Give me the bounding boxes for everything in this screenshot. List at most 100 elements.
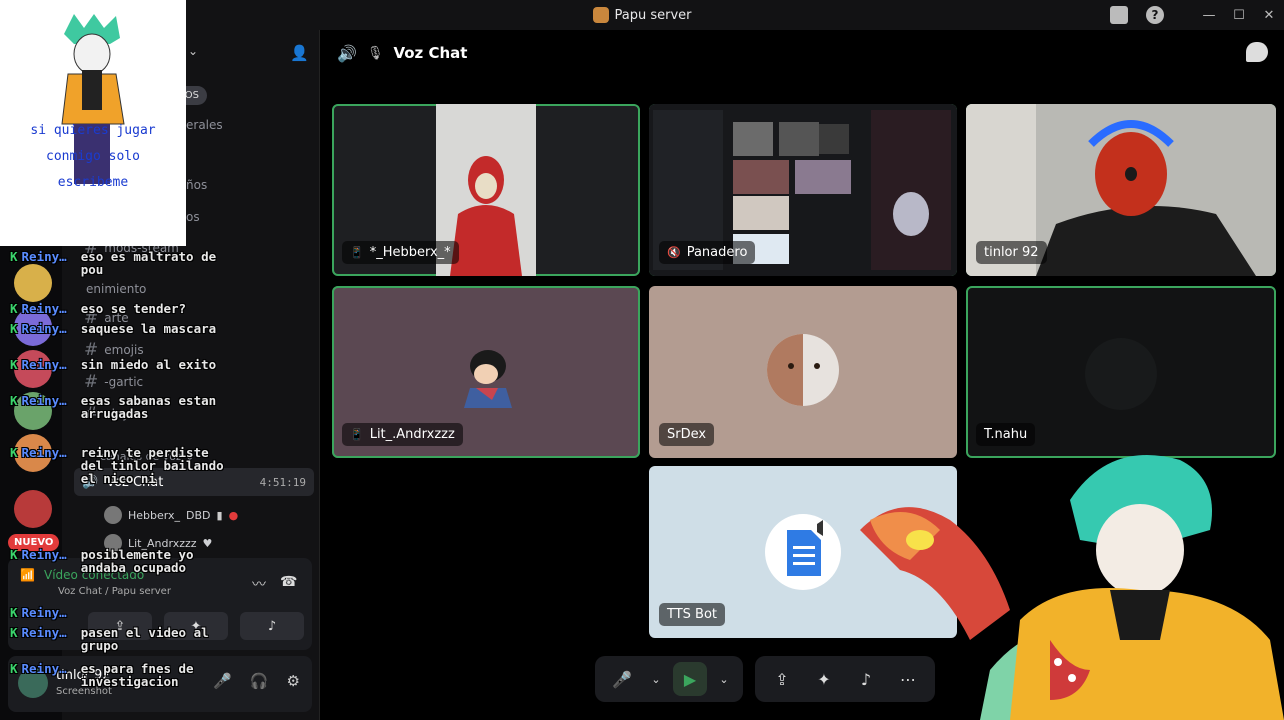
- minimize-icon[interactable]: —: [1194, 0, 1224, 30]
- channel-item[interactable]: # emojis: [84, 340, 144, 360]
- speaker-icon: 🔊: [82, 474, 99, 490]
- channel-name: enimiento: [86, 282, 147, 296]
- channel-item[interactable]: erales: [186, 118, 223, 132]
- voice-user[interactable]: Hebberx_ DBD ▮ ●: [104, 506, 238, 524]
- server-icon-2[interactable]: [14, 308, 52, 346]
- headphones-icon[interactable]: 🎧: [250, 672, 269, 690]
- channel-item[interactable]: # -gartic: [84, 372, 143, 392]
- channel-item[interactable]: # olay: [84, 404, 129, 424]
- user-name: tinlor 92: [56, 668, 111, 683]
- voice-timer: 4:51:19: [259, 475, 306, 489]
- participant-label: tinlor 92: [976, 241, 1047, 264]
- user-status: Screenshot: [56, 686, 112, 697]
- channel-name: emojis: [104, 343, 144, 357]
- server-icon-5[interactable]: [14, 434, 52, 472]
- share-screen-button[interactable]: ⇪: [765, 662, 799, 696]
- heart-icon: ♥: [202, 536, 213, 550]
- chat-bubble-icon[interactable]: [1246, 42, 1268, 62]
- channel-name: ños: [186, 178, 208, 192]
- activities-button[interactable]: ✦: [807, 662, 841, 696]
- channel-header: 🔊 🎙 Voz Chat: [321, 30, 1284, 76]
- mic-options-chevron-icon[interactable]: ⌄: [647, 662, 665, 696]
- voice-user-name: Hebberx_: [128, 508, 181, 522]
- mic-icon: 🎙: [366, 45, 384, 61]
- server-icon-1[interactable]: [14, 264, 52, 302]
- participant-name: TTS Bot: [667, 607, 718, 622]
- camera-button[interactable]: ▶: [673, 662, 707, 696]
- video-tile[interactable]: T.nahu: [966, 286, 1276, 458]
- channel-item[interactable]: os: [186, 210, 200, 224]
- participant-name: Panadero: [686, 245, 748, 260]
- soundboard-button[interactable]: ♪: [240, 612, 304, 640]
- hash-icon: #: [84, 404, 99, 424]
- channel-name: erales: [186, 118, 223, 132]
- live-icon: ●: [228, 508, 239, 522]
- connection-channel[interactable]: Voz Chat / Papu server: [58, 586, 171, 597]
- microphone-button[interactable]: 🎤: [605, 662, 639, 696]
- disconnect-icon[interactable]: ☎: [280, 574, 300, 594]
- video-tile[interactable]: SrDex: [649, 286, 957, 458]
- user-controls: 🎤 🎧 ⚙: [213, 672, 300, 690]
- titlebar-icons: ?: [1110, 0, 1164, 30]
- voice-user-name: Lit_Andrxzzz: [128, 536, 197, 550]
- channel-item[interactable]: enimiento: [86, 282, 146, 296]
- settings-gear-icon[interactable]: ⚙: [287, 672, 300, 690]
- video-tile[interactable]: tinlor 92: [966, 104, 1276, 276]
- server-icon-4[interactable]: [14, 392, 52, 430]
- server-icon-3[interactable]: [14, 350, 52, 388]
- new-badge: NUEVO: [8, 534, 60, 551]
- category-name: canales de voz: [100, 450, 182, 463]
- phone-icon: 📱: [350, 428, 364, 441]
- window-title: Papu server: [592, 7, 692, 23]
- microphone-icon[interactable]: 🎤: [213, 672, 232, 690]
- voice-user[interactable]: Lit_Andrxzzz ♥: [104, 534, 212, 552]
- participant-label: 📱 *_Hebberx_*: [342, 241, 459, 264]
- participant-label: 🔇 Panadero: [659, 241, 756, 264]
- overlay-text: si quieres jugar conmigo solo escribeme: [30, 123, 156, 190]
- participant-name: *_Hebberx_*: [369, 245, 451, 260]
- server-icon: [592, 7, 609, 23]
- chevron-down-icon[interactable]: ⌄: [188, 44, 198, 58]
- participant-label: 📱 Lit_.Andrxzzz: [342, 423, 463, 446]
- avatar: [464, 350, 512, 408]
- voice-channel-voz-chat[interactable]: 🔊 Voz Chat 4:51:19: [74, 468, 314, 496]
- channel-name: arte: [104, 311, 129, 325]
- video-tile[interactable]: 📱 *_Hebberx_*: [332, 104, 640, 276]
- activities-button[interactable]: ✦: [164, 612, 228, 640]
- share-screen-button[interactable]: ⇪: [88, 612, 152, 640]
- window-title-text: Papu server: [614, 7, 692, 23]
- window-controls: — ☐ ✕: [1194, 0, 1284, 30]
- stream-overlay-art: si quieres jugar conmigo solo escribeme: [0, 0, 186, 246]
- voice-user-tag: DBD: [186, 508, 211, 522]
- voice-channel-name: Voz Chat: [106, 474, 164, 490]
- signal-icon: 📶: [20, 568, 35, 582]
- user-panel: tinlor 92 Screenshot 🎤 🎧 ⚙: [8, 656, 312, 712]
- invite-icon[interactable]: 👤: [290, 44, 309, 62]
- avatar: [767, 334, 839, 406]
- maximize-icon[interactable]: ☐: [1224, 0, 1254, 30]
- av-controls-group: 🎤 ⌄ ▶ ⌄: [595, 656, 743, 702]
- participant-label: SrDex: [659, 423, 715, 446]
- channel-item[interactable]: ños: [186, 178, 207, 192]
- channel-title: Voz Chat: [393, 44, 468, 62]
- participant-name: SrDex: [667, 427, 707, 442]
- avatar[interactable]: [18, 668, 48, 698]
- close-icon[interactable]: ✕: [1254, 0, 1284, 30]
- noise-suppression-icon[interactable]: 〰: [252, 574, 266, 594]
- video-tile[interactable]: 🔇 Panadero: [649, 104, 957, 276]
- channel-item[interactable]: # arte: [84, 308, 129, 328]
- hash-icon: #: [84, 372, 99, 392]
- server-icon-6[interactable]: [14, 490, 52, 528]
- voice-connection-panel: 📶 Vídeo conectado Voz Chat / Papu server…: [8, 558, 312, 650]
- camera-icon: ▮: [216, 508, 223, 522]
- participant-name: tinlor 92: [984, 245, 1039, 260]
- participant-name: Lit_.Andrxzzz: [369, 427, 455, 442]
- camera-options-chevron-icon[interactable]: ⌄: [715, 662, 733, 696]
- video-tile[interactable]: 📱 Lit_.Andrxzzz: [332, 286, 640, 458]
- mic-off-icon: 🔇: [667, 246, 681, 259]
- inbox-icon[interactable]: [1110, 6, 1128, 24]
- help-icon[interactable]: ?: [1146, 6, 1164, 24]
- avatar: [1085, 338, 1157, 410]
- speaker-icon: 🔊: [337, 43, 357, 63]
- voice-category[interactable]: canales de voz ⌄: [100, 450, 195, 463]
